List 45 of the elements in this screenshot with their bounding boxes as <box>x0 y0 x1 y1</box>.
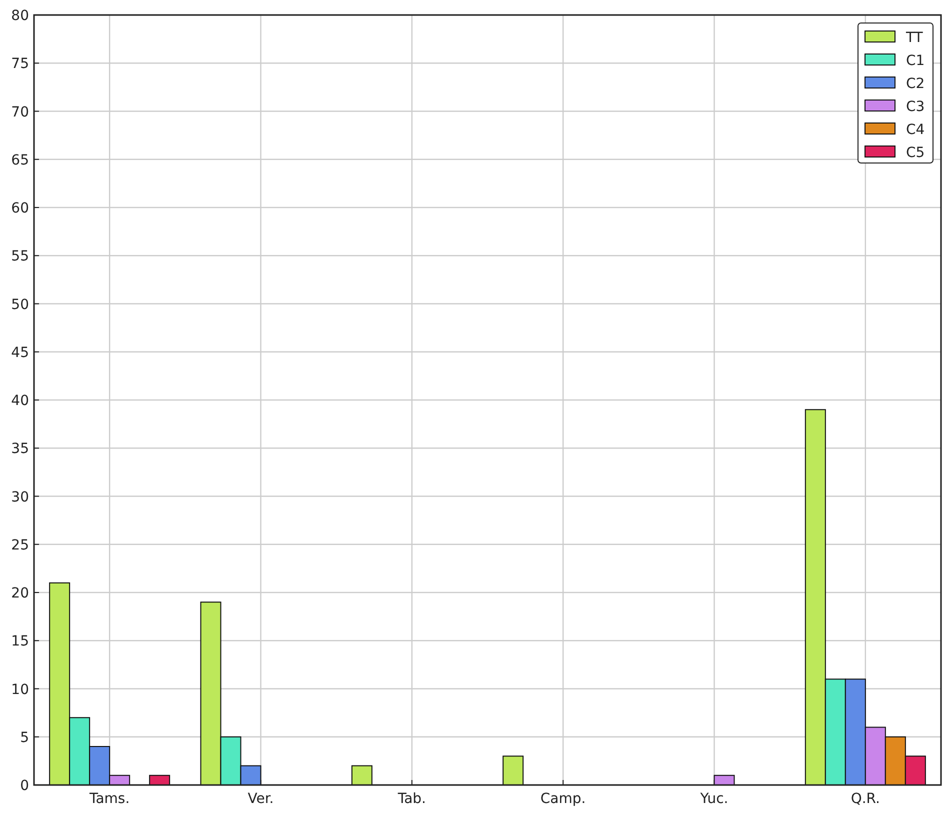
tick-mark <box>34 158 40 160</box>
tick-mark <box>34 640 40 642</box>
tick-mark <box>34 496 40 497</box>
tick-mark <box>34 207 40 208</box>
y-tick-label: 45 <box>11 344 29 361</box>
y-tick-label: 40 <box>11 393 29 409</box>
legend-label: C2 <box>906 76 925 92</box>
tick-mark <box>34 351 40 352</box>
y-tick-label: 15 <box>11 634 29 650</box>
y-tick-label: 5 <box>20 730 29 746</box>
legend-label: C4 <box>906 122 925 138</box>
x-tick-label: Camp. <box>540 791 586 807</box>
x-tick-label: Q.R. <box>850 791 880 807</box>
x-tick-label: Yuc. <box>700 791 728 807</box>
y-tick-label: 60 <box>11 200 29 216</box>
y-tick-label: 80 <box>11 8 29 24</box>
x-tick-label: Ver. <box>248 791 274 807</box>
y-tick-label: 0 <box>20 778 29 794</box>
tick-mark <box>34 62 40 64</box>
tick-mark <box>34 303 40 304</box>
tick-mark <box>34 736 40 738</box>
y-tick-label: 70 <box>11 104 29 120</box>
y-tick-label: 50 <box>11 296 29 313</box>
y-tick-label: 65 <box>11 152 29 168</box>
tick-mark <box>411 780 412 786</box>
y-tick-label: 20 <box>11 586 29 602</box>
tick-mark <box>562 780 564 786</box>
legend-label: C5 <box>906 145 925 161</box>
y-tick-label: 55 <box>11 248 29 265</box>
y-tick-label: 35 <box>11 441 29 458</box>
legend-label: C3 <box>906 99 925 115</box>
x-tick-label: Tab. <box>398 791 426 807</box>
tick-mark <box>34 255 40 256</box>
tick-mark <box>34 110 40 112</box>
tick-mark <box>34 448 40 449</box>
tick-mark <box>34 592 40 593</box>
y-tick-label: 30 <box>11 489 29 506</box>
tick-mark <box>34 544 40 545</box>
x-tick-label: Tams. <box>89 791 130 807</box>
y-tick-label: 10 <box>11 682 29 698</box>
legend-label: TT <box>906 30 923 46</box>
tick-mark <box>34 688 40 690</box>
y-tick-label: 25 <box>11 537 29 554</box>
legend-label: C1 <box>906 53 925 69</box>
y-tick-label: 75 <box>11 56 29 72</box>
